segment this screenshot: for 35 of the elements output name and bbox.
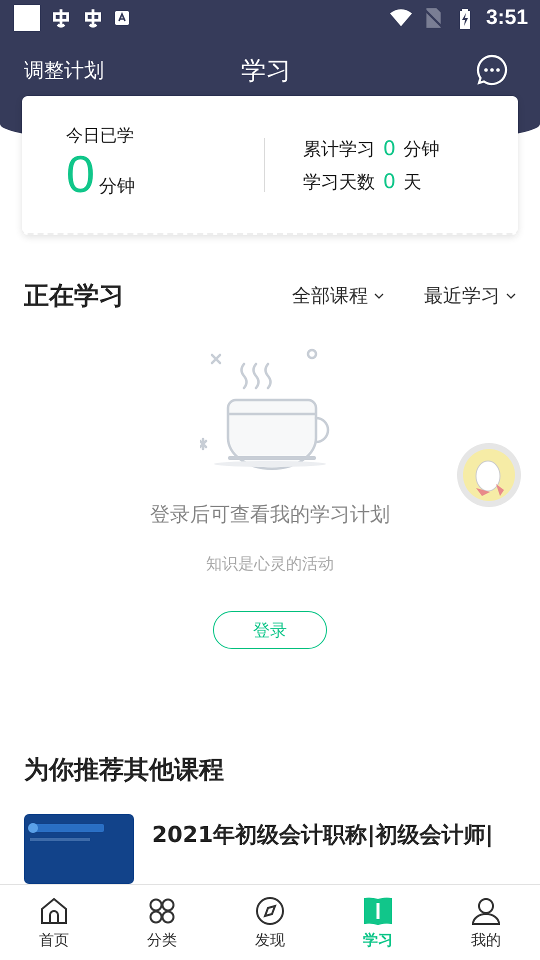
caret-icon [374, 292, 384, 298]
filter-dropdown[interactable]: 全部课程 [292, 282, 384, 308]
notification-icon [14, 5, 40, 31]
page-title: 学习 [241, 54, 291, 86]
today-label: 今日已学 [66, 125, 135, 148]
stat-label: 累计学习 [303, 138, 375, 161]
wifi-icon [390, 7, 412, 29]
caret-icon [506, 292, 516, 298]
filter-dropdown[interactable]: 最近学习 [424, 282, 516, 308]
keyboard-icon [114, 10, 130, 26]
message-icon[interactable] [476, 54, 508, 86]
compass-icon [254, 895, 286, 927]
section-title: 为你推荐其他课程 [24, 754, 225, 786]
stat-label: 学习天数 [303, 170, 375, 194]
book-icon [362, 895, 394, 927]
stat-value: 0 [383, 168, 396, 193]
nav-tab[interactable]: 首页 [0, 885, 108, 960]
adjust-plan-button[interactable]: 调整计划 [24, 56, 104, 84]
today-unit: 分钟 [98, 175, 135, 198]
today-minutes: 0 [66, 147, 95, 205]
app-notification-icon [82, 7, 104, 29]
home-icon [38, 895, 70, 927]
empty-message: 登录后可查看我的学习计划 [150, 501, 390, 528]
stat-unit: 天 [404, 170, 422, 194]
nav-tab[interactable]: 发现 [216, 885, 324, 960]
stat-unit: 分钟 [404, 138, 440, 161]
app-notification-icon [50, 7, 72, 29]
empty-hint: 知识是心灵的活动 [206, 554, 334, 575]
clock: 3:51 [486, 6, 528, 30]
person-icon [470, 895, 502, 927]
course-title[interactable]: 2021年初级会计职称|初级会计师| [152, 820, 494, 850]
stat-value: 0 [383, 136, 396, 160]
nav-tab[interactable]: 分类 [108, 885, 216, 960]
nav-tab[interactable]: 我的 [432, 885, 540, 960]
section-title: 正在学习 [24, 280, 124, 312]
